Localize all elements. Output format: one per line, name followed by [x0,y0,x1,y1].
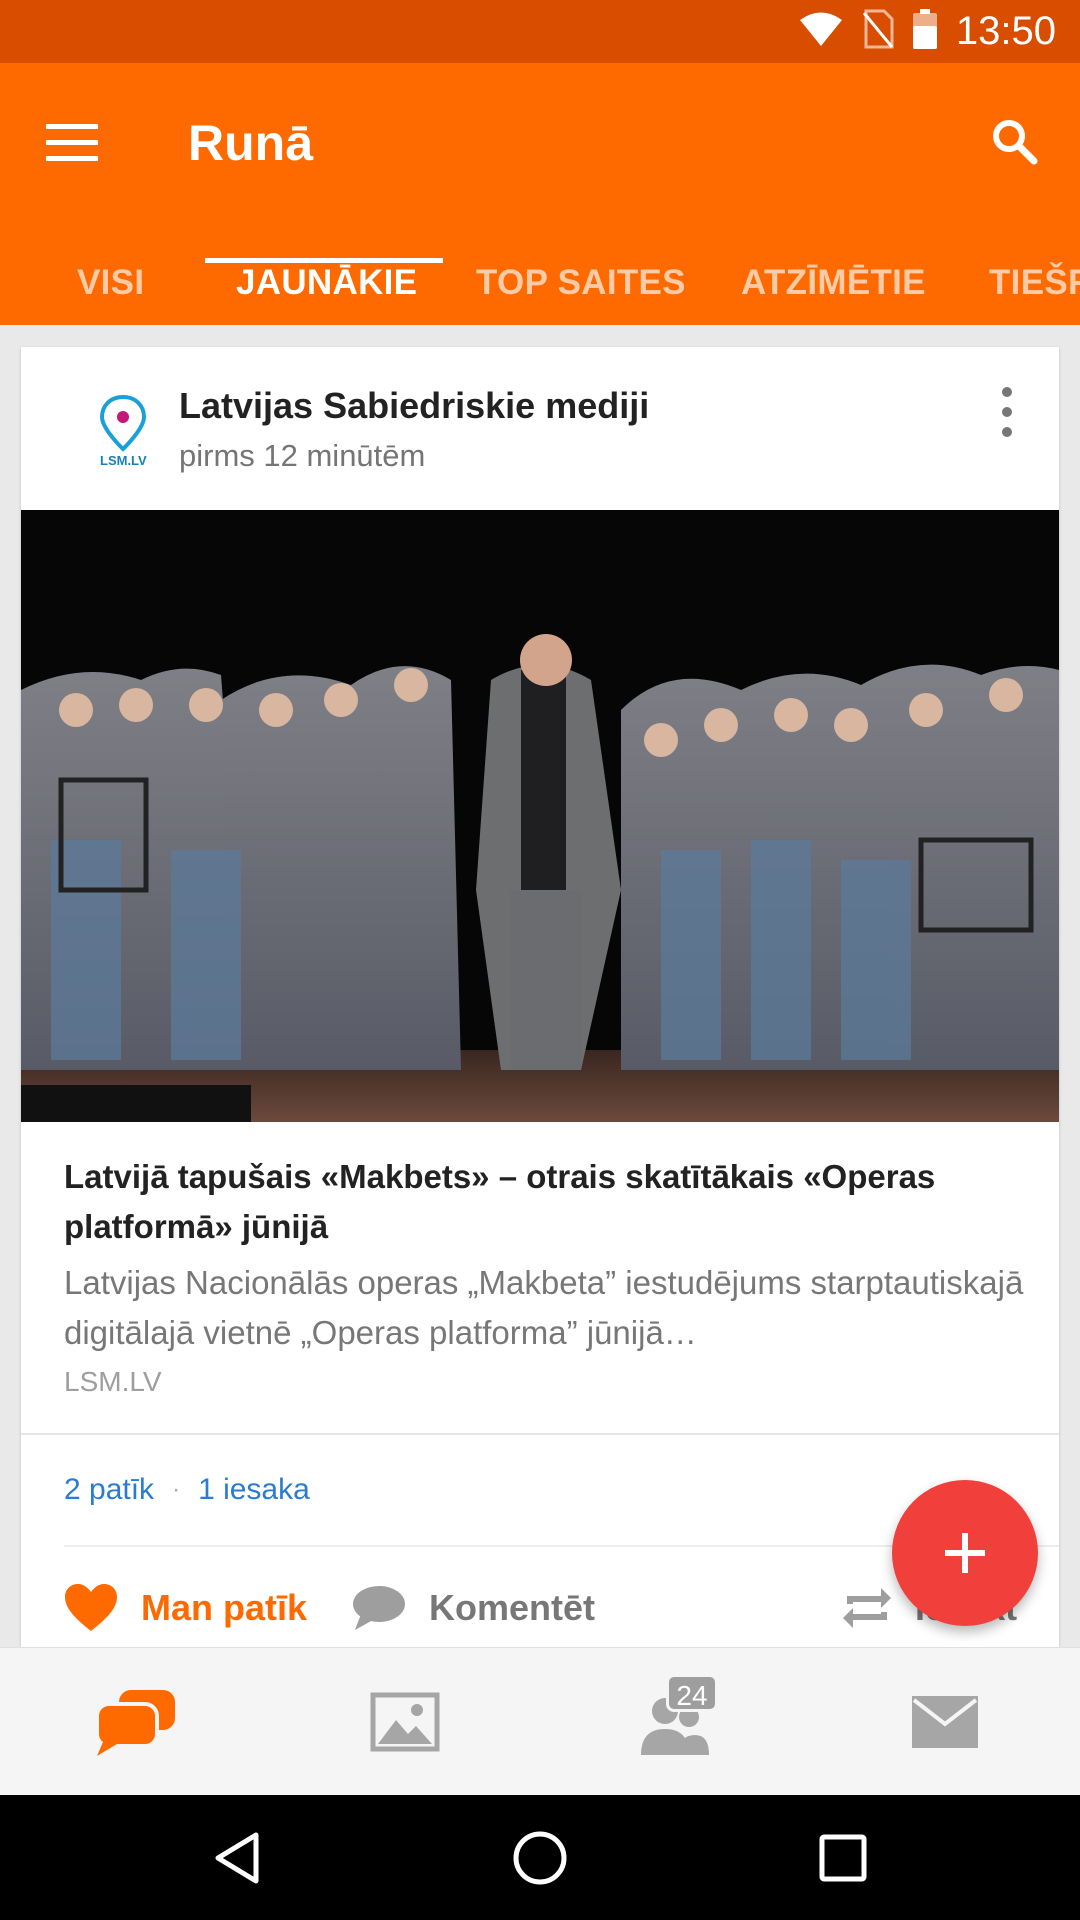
reshare-icon [843,1588,891,1628]
post-snippet: Latvijas Nacionālās operas „Makbeta” ies… [64,1264,1024,1351]
battery-icon [912,8,938,55]
notification-badge: 24 [666,1674,718,1712]
recents-square-icon [819,1834,867,1882]
status-bar: 13:50 [0,0,1080,63]
engagement-counts: 2 patīk · 1 iesaka [64,1473,310,1507]
compose-fab[interactable] [892,1480,1038,1626]
more-options-button[interactable] [997,387,1017,437]
nav-messages[interactable] [900,1682,990,1762]
image-icon [370,1692,440,1752]
bottom-navigation: 24 [0,1647,1080,1795]
app-title: Runā [188,115,313,171]
tab-jaunakie[interactable]: JAUNĀKIE [236,238,417,325]
like-button[interactable]: Man patīk [63,1573,307,1643]
post-headline[interactable]: Latvijā tapušais «Makbets» – otrais skat… [64,1152,1034,1252]
search-button[interactable] [982,109,1046,173]
separator-dot: · [172,1476,181,1503]
back-button[interactable] [202,1823,272,1893]
clock: 13:50 [955,9,1056,53]
more-vert-icon [1002,387,1012,397]
app-bar: Runā VISI JAUNĀKIE TOP SAITES ATZĪMĒTIE … [0,63,1080,325]
tab-top-saites[interactable]: TOP SAITES [476,238,686,325]
search-icon [993,120,1038,165]
source-logo-text: LSM.LV [100,453,147,468]
tab-atzimetie[interactable]: ATZĪMĒTIE [741,238,926,325]
nav-photos[interactable] [360,1682,450,1762]
like-label: Man patīk [141,1587,308,1628]
comment-label: Komentēt [429,1587,596,1628]
home-button[interactable] [505,1823,575,1893]
tab-visi[interactable]: VISI [77,238,144,325]
tab-indicator [205,258,443,263]
chat-bubbles-icon [95,1690,175,1756]
source-name[interactable]: Latvijas Sabiedriskie mediji [179,385,649,427]
tab-bar: VISI JAUNĀKIE TOP SAITES ATZĪMĒTIE TIEŠR [0,238,1080,325]
post-card[interactable]: LSM.LV Latvijas Sabiedriskie mediji pirm… [21,347,1059,1647]
post-domain: LSM.LV [64,1366,162,1397]
menu-button[interactable] [44,115,100,171]
post-body[interactable]: Latvijā tapušais «Makbets» – otrais skat… [64,1152,1034,1398]
post-timestamp: pirms 12 minūtēm [179,438,426,473]
plus-icon [945,1533,985,1573]
recommendations-count[interactable]: 1 iesaka [198,1473,310,1507]
no-sim-icon [862,9,894,54]
tab-tiesraide[interactable]: TIEŠR [989,238,1080,325]
wifi-icon [798,11,844,52]
hamburger-icon [46,124,98,161]
system-navigation-bar [0,1795,1080,1920]
post-image[interactable] [21,510,1059,1122]
post-header: LSM.LV Latvijas Sabiedriskie mediji pirm… [21,347,1059,510]
comment-button[interactable]: Komentēt [351,1573,595,1643]
back-triangle-icon [215,1832,259,1884]
home-circle-icon [513,1831,567,1885]
divider [21,1433,1059,1435]
comment-bubble-icon [353,1586,405,1630]
source-logo[interactable]: LSM.LV [77,393,169,473]
nav-friends[interactable]: 24 [630,1674,720,1762]
likes-count[interactable]: 2 patīk [64,1473,154,1507]
recents-button[interactable] [808,1823,878,1893]
envelope-icon [912,1696,978,1748]
heart-icon [65,1584,117,1631]
nav-conversations[interactable] [90,1682,180,1762]
